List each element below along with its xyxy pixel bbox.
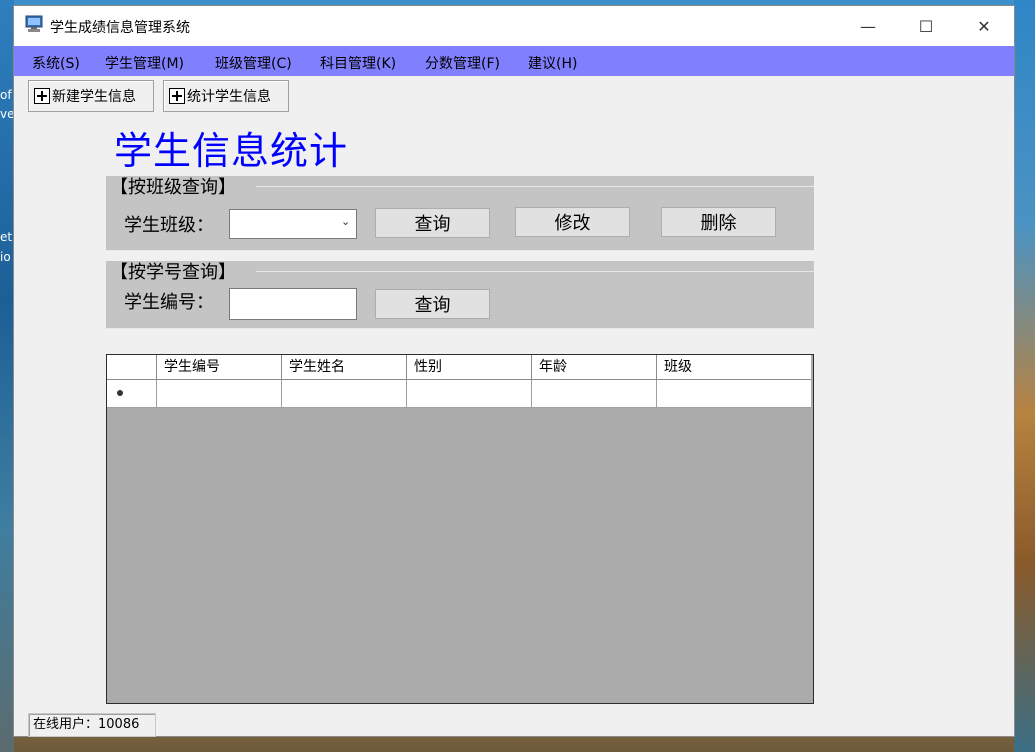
cell-gender[interactable] bbox=[407, 380, 532, 408]
cell-class[interactable] bbox=[657, 380, 811, 408]
chevron-down-icon[interactable]: ⌄ bbox=[341, 216, 351, 227]
cell-student-id[interactable] bbox=[157, 380, 282, 408]
menu-system[interactable]: 系统(S) bbox=[32, 53, 80, 73]
menu-score-management[interactable]: 分数管理(F) bbox=[425, 53, 500, 73]
menu-bar: 系统(S) 学生管理(M) 班级管理(C) 科目管理(K) 分数管理(F) 建议… bbox=[14, 46, 1014, 76]
new-student-button[interactable]: 新建学生信息 bbox=[28, 80, 154, 112]
new-student-label: 新建学生信息 bbox=[52, 89, 136, 105]
column-header-student-name[interactable]: 学生姓名 bbox=[282, 355, 407, 379]
minimize-button[interactable]: — bbox=[839, 6, 897, 46]
edit-button[interactable]: 修改 bbox=[515, 207, 630, 237]
id-query-group: 【按学号查询】 学生编号： 查询 bbox=[106, 261, 814, 329]
new-row-marker-icon bbox=[117, 390, 123, 396]
stats-student-label: 统计学生信息 bbox=[187, 89, 271, 105]
student-id-label: 学生编号： bbox=[124, 292, 214, 313]
class-query-button[interactable]: 查询 bbox=[375, 208, 490, 238]
plus-icon bbox=[169, 88, 185, 104]
id-query-group-title: 【按学号查询】 bbox=[110, 262, 236, 283]
class-query-group-title: 【按班级查询】 bbox=[110, 177, 236, 198]
column-header-class[interactable]: 班级 bbox=[657, 355, 811, 379]
status-bar: 在线用户：10086 bbox=[14, 710, 1014, 737]
main-window: 学生成绩信息管理系统 — ☐ ✕ 系统(S) 学生管理(M) 班级管理(C) 科… bbox=[14, 6, 1014, 737]
menu-student-management[interactable]: 学生管理(M) bbox=[105, 53, 184, 73]
student-id-input[interactable] bbox=[229, 288, 357, 320]
page-title: 学生信息统计 bbox=[114, 129, 349, 173]
student-data-grid[interactable]: 学生编号 学生姓名 性别 年龄 班级 bbox=[106, 354, 814, 704]
online-user-status: 在线用户：10086 bbox=[28, 713, 157, 737]
stats-student-button[interactable]: 统计学生信息 bbox=[163, 80, 289, 112]
cell-age[interactable] bbox=[532, 380, 657, 408]
group-divider bbox=[256, 186, 814, 187]
id-query-button[interactable]: 查询 bbox=[375, 289, 490, 319]
plus-icon bbox=[34, 88, 50, 104]
title-bar[interactable]: 学生成绩信息管理系统 — ☐ ✕ bbox=[14, 6, 1014, 46]
column-header-student-id[interactable]: 学生编号 bbox=[157, 355, 282, 379]
close-button[interactable]: ✕ bbox=[955, 6, 1013, 46]
row-header-new[interactable] bbox=[107, 380, 157, 408]
class-query-group: 【按班级查询】 学生班级： ⌄ 查询 修改 删除 bbox=[106, 176, 814, 251]
column-header-gender[interactable]: 性别 bbox=[407, 355, 532, 379]
window-title: 学生成绩信息管理系统 bbox=[50, 20, 190, 36]
cell-student-name[interactable] bbox=[282, 380, 407, 408]
grid-header: 学生编号 学生姓名 性别 年龄 班级 bbox=[107, 355, 811, 380]
desktop-icon-label: of bbox=[0, 88, 12, 102]
desktop-background-left: of ve et io bbox=[0, 0, 14, 752]
group-divider bbox=[256, 271, 814, 272]
desktop-icon-label: et bbox=[0, 230, 13, 244]
student-class-label: 学生班级： bbox=[124, 215, 214, 236]
desktop-icon-label: ve bbox=[0, 107, 15, 121]
desktop-background-right bbox=[1014, 0, 1035, 752]
menu-subject-management[interactable]: 科目管理(K) bbox=[320, 53, 396, 73]
menu-suggestion[interactable]: 建议(H) bbox=[528, 53, 577, 73]
student-class-select[interactable]: ⌄ bbox=[229, 209, 357, 239]
desktop-icon-label: io bbox=[0, 250, 11, 264]
delete-button[interactable]: 删除 bbox=[661, 207, 776, 237]
table-row[interactable] bbox=[107, 380, 811, 408]
computer-icon bbox=[25, 15, 43, 32]
grid-row-header-corner bbox=[107, 355, 157, 379]
maximize-button[interactable]: ☐ bbox=[897, 6, 955, 46]
column-header-age[interactable]: 年龄 bbox=[532, 355, 657, 379]
menu-class-management[interactable]: 班级管理(C) bbox=[215, 53, 292, 73]
